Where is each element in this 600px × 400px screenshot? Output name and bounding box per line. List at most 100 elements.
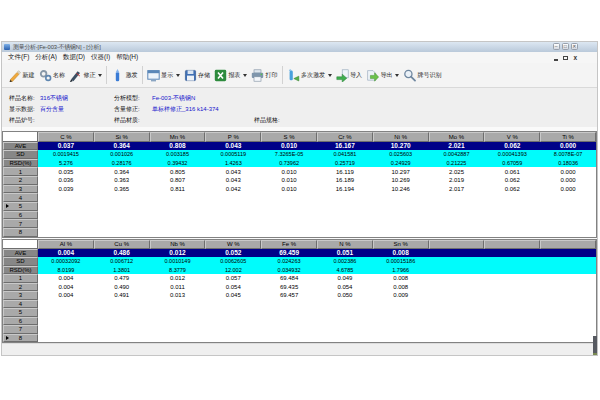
table-cell[interactable]: 0.002386 bbox=[317, 257, 373, 266]
table-cell[interactable] bbox=[317, 211, 373, 220]
table-cell[interactable] bbox=[540, 300, 596, 309]
table-cell[interactable] bbox=[150, 300, 206, 309]
table-cell[interactable] bbox=[150, 211, 206, 220]
column-header[interactable]: V % bbox=[484, 132, 540, 142]
table-cell[interactable]: 0.807 bbox=[150, 176, 206, 185]
table-cell[interactable] bbox=[540, 219, 596, 228]
table-cell[interactable]: 0.045 bbox=[205, 291, 261, 300]
table-cell[interactable]: 0.009 bbox=[373, 291, 429, 300]
table-cell[interactable] bbox=[94, 228, 150, 237]
table-cell[interactable] bbox=[540, 211, 596, 220]
table-cell[interactable]: 0.054 bbox=[205, 283, 261, 292]
minimize-button[interactable]: – bbox=[553, 43, 561, 50]
column-header[interactable]: P % bbox=[205, 132, 261, 142]
table-cell[interactable]: 2.019 bbox=[429, 176, 485, 185]
table-cell[interactable]: 0.010 bbox=[261, 142, 317, 151]
table-cell[interactable] bbox=[94, 308, 150, 317]
table-cell[interactable]: 0.010 bbox=[261, 176, 317, 185]
table-cell[interactable] bbox=[94, 300, 150, 309]
table-cell[interactable] bbox=[484, 249, 540, 258]
table-cell[interactable] bbox=[540, 308, 596, 317]
table-cell[interactable] bbox=[205, 300, 261, 309]
table-cell[interactable]: 0.049 bbox=[317, 274, 373, 283]
table-cell[interactable] bbox=[540, 325, 596, 334]
row-label-7[interactable]: 7 bbox=[3, 219, 38, 228]
table-cell[interactable]: 0.479 bbox=[94, 274, 150, 283]
table-cell[interactable] bbox=[373, 211, 429, 220]
table-cell[interactable]: 0.28176 bbox=[94, 159, 150, 168]
table-cell[interactable] bbox=[484, 325, 540, 334]
table-cell[interactable]: 0.043 bbox=[205, 142, 261, 151]
table-cell[interactable]: 16.119 bbox=[317, 167, 373, 176]
table-cell[interactable] bbox=[317, 317, 373, 326]
row-label-2[interactable]: 2 bbox=[3, 176, 38, 185]
table-cell[interactable]: 0.486 bbox=[94, 249, 150, 258]
table-cell[interactable]: 0.062 bbox=[484, 185, 540, 194]
table-cell[interactable] bbox=[373, 228, 429, 237]
table-cell[interactable] bbox=[373, 219, 429, 228]
column-header[interactable]: W % bbox=[205, 240, 261, 249]
table-cell[interactable] bbox=[429, 283, 485, 292]
table-cell[interactable] bbox=[429, 228, 485, 237]
restore-button[interactable]: □ bbox=[562, 43, 570, 50]
table-cell[interactable]: 0.364 bbox=[94, 167, 150, 176]
table-cell[interactable] bbox=[317, 193, 373, 202]
table-cell[interactable] bbox=[484, 291, 540, 300]
table-cell[interactable]: 0.363 bbox=[94, 176, 150, 185]
dropdown-caret-icon[interactable] bbox=[98, 74, 102, 77]
table-cell[interactable] bbox=[94, 325, 150, 334]
table-cell[interactable] bbox=[429, 325, 485, 334]
table-cell[interactable]: 0.21225 bbox=[429, 159, 485, 168]
table-cell[interactable]: 0.010 bbox=[261, 167, 317, 176]
table-cell[interactable] bbox=[38, 219, 94, 228]
table-cell[interactable] bbox=[484, 283, 540, 292]
table-cell[interactable]: 16.189 bbox=[317, 176, 373, 185]
table-cell[interactable] bbox=[373, 202, 429, 211]
toolbar-button-new[interactable]: 新建 bbox=[6, 65, 37, 85]
table-cell[interactable]: 0.035 bbox=[38, 167, 94, 176]
column-header[interactable]: Si % bbox=[94, 132, 150, 142]
table-cell[interactable]: 0.490 bbox=[94, 283, 150, 292]
table-cell[interactable]: 7.3265E-05 bbox=[261, 150, 317, 159]
table-cell[interactable]: 0.062 bbox=[484, 142, 540, 151]
table-cell[interactable] bbox=[205, 228, 261, 237]
row-label-6[interactable]: 6 bbox=[3, 211, 38, 220]
table-cell[interactable]: 0.062 bbox=[484, 176, 540, 185]
row-label-ave[interactable]: AVE bbox=[3, 142, 38, 151]
table-cell[interactable]: 0.052 bbox=[205, 249, 261, 258]
toolbar-button-correct[interactable]: 修正 bbox=[67, 65, 104, 85]
menu-item-data[interactable]: 数据(D) bbox=[63, 53, 85, 62]
row-label-8[interactable]: 8 bbox=[3, 228, 38, 237]
table-cell[interactable] bbox=[484, 257, 540, 266]
table-cell[interactable]: 0.025603 bbox=[373, 150, 429, 159]
toolbar-button-import[interactable]: 导入 bbox=[334, 65, 365, 85]
table-cell[interactable]: 0.034932 bbox=[261, 266, 317, 275]
table-cell[interactable] bbox=[261, 317, 317, 326]
table-cell[interactable] bbox=[38, 202, 94, 211]
table-cell[interactable]: 0.808 bbox=[150, 142, 206, 151]
row-label-1[interactable]: 1 bbox=[3, 167, 38, 176]
table-cell[interactable]: 0.0042887 bbox=[429, 150, 485, 159]
mdi-minimize-icon[interactable] bbox=[554, 59, 558, 61]
mdi-close-icon[interactable]: x bbox=[573, 55, 577, 61]
table-cell[interactable] bbox=[150, 334, 206, 343]
dropdown-caret-icon[interactable] bbox=[328, 74, 332, 77]
table-cell[interactable] bbox=[38, 325, 94, 334]
table-cell[interactable] bbox=[373, 325, 429, 334]
table-cell[interactable]: 0.39432 bbox=[150, 159, 206, 168]
table-cell[interactable]: 0.024263 bbox=[261, 257, 317, 266]
table-cell[interactable]: 10.269 bbox=[373, 176, 429, 185]
table-cell[interactable]: 0.006712 bbox=[94, 257, 150, 266]
row-label-3[interactable]: 3 bbox=[3, 291, 38, 300]
table-cell[interactable]: 0.043 bbox=[205, 176, 261, 185]
column-header[interactable]: N % bbox=[317, 240, 373, 249]
table-cell[interactable] bbox=[317, 228, 373, 237]
table-cell[interactable]: 0.004 bbox=[38, 291, 94, 300]
table-cell[interactable]: 12.002 bbox=[205, 266, 261, 275]
column-header[interactable]: Ni % bbox=[373, 132, 429, 142]
column-header[interactable] bbox=[540, 240, 596, 249]
table-cell[interactable] bbox=[94, 317, 150, 326]
table-cell[interactable]: 2.021 bbox=[429, 142, 485, 151]
column-header[interactable]: Sn % bbox=[373, 240, 429, 249]
table-cell[interactable] bbox=[484, 202, 540, 211]
